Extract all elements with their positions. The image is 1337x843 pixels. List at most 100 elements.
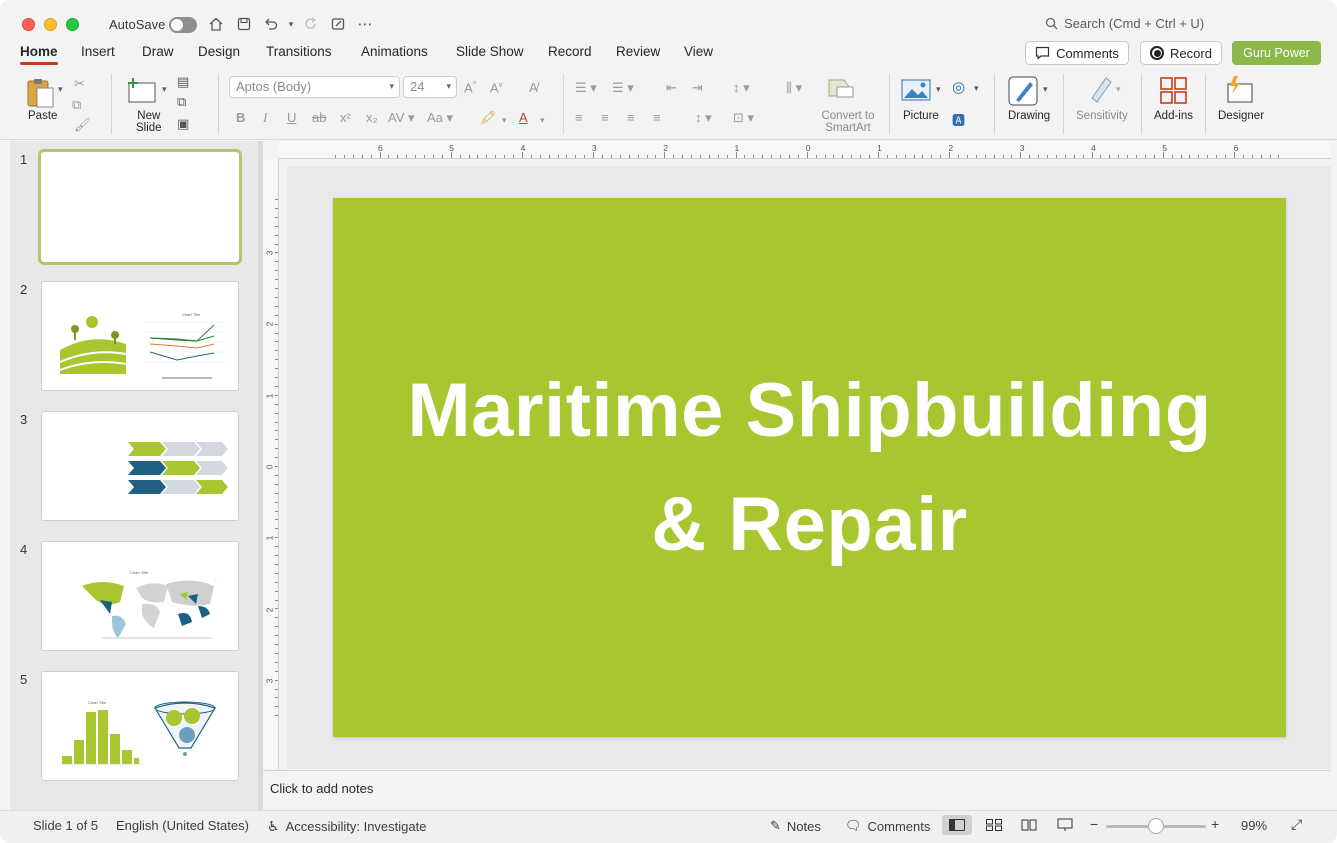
zoom-in-button[interactable]: + <box>1211 816 1219 832</box>
tab-design[interactable]: Design <box>198 44 240 59</box>
tab-home[interactable]: Home <box>20 44 58 65</box>
font-name-select[interactable]: Aptos (Body) ▾ <box>229 76 400 98</box>
fit-slide-icon[interactable]: ⤢ <box>1291 816 1302 833</box>
slide-title[interactable]: Maritime Shipbuilding & Repair <box>370 354 1250 582</box>
decrease-indent-icon[interactable]: ⇤ <box>666 80 677 96</box>
numbering-icon[interactable]: ☰ ▾ <box>612 80 634 96</box>
notes-button[interactable]: ✎ Notes <box>770 818 821 834</box>
normal-view-button[interactable] <box>942 815 972 835</box>
justify-icon[interactable]: ≡ <box>653 110 661 125</box>
convert-smartart-label[interactable]: Convert to SmartArt <box>818 110 878 134</box>
sensitivity-icon[interactable] <box>1086 74 1114 104</box>
thumbnail-slide-2[interactable]: Chart Title <box>41 281 239 391</box>
paste-icon[interactable] <box>24 76 58 110</box>
tab-record[interactable]: Record <box>548 44 592 59</box>
character-spacing-icon[interactable]: AV ▾ <box>388 110 415 126</box>
strikethrough-icon[interactable]: ab <box>312 110 326 125</box>
new-slide-icon[interactable] <box>127 76 157 106</box>
paste-dropdown-icon[interactable]: ▾ <box>58 84 63 95</box>
slideshow-button[interactable] <box>1050 815 1080 835</box>
thumbnail-slide-1[interactable] <box>38 149 242 265</box>
autosave-toggle[interactable] <box>169 17 197 33</box>
subscript-icon[interactable]: x₂ <box>366 110 378 125</box>
thumbnail-slide-3[interactable] <box>41 411 239 521</box>
redo-icon[interactable] <box>301 14 321 34</box>
italic-icon[interactable]: I <box>263 110 267 126</box>
sensitivity-dropdown-icon[interactable]: ▾ <box>1116 84 1121 95</box>
customize-icon[interactable] <box>328 14 348 34</box>
copy-icon[interactable]: ⧉ <box>72 97 81 113</box>
align-right-icon[interactable]: ≡ <box>627 110 635 125</box>
font-color-dropdown-icon[interactable]: ▾ <box>540 115 545 126</box>
thumbnail-slide-5[interactable]: Chart Title <box>41 671 239 781</box>
highlight-icon[interactable]: 🖍 <box>480 110 497 126</box>
tab-view[interactable]: View <box>684 44 713 59</box>
line-spacing-icon[interactable]: ↕ ▾ <box>733 80 750 96</box>
close-window-button[interactable] <box>22 18 35 31</box>
align-left-icon[interactable]: ≡ <box>575 110 583 125</box>
status-comments-button[interactable]: 🗨 Comments <box>845 818 930 834</box>
comments-button[interactable]: Comments <box>1025 41 1129 65</box>
text-direction-icon[interactable]: ↕ ▾ <box>695 110 712 126</box>
drawing-icon[interactable] <box>1008 76 1040 106</box>
smartart-icon[interactable] <box>826 76 856 102</box>
shapes-icon[interactable]: ◎ <box>952 78 965 96</box>
align-text-icon[interactable]: ⊡ ▾ <box>733 110 754 126</box>
superscript-icon[interactable]: x² <box>340 110 351 125</box>
cut-icon[interactable]: ✂ <box>74 76 85 92</box>
bullets-icon[interactable]: ☰ ▾ <box>575 80 597 96</box>
add-ins-icon[interactable] <box>1159 76 1189 106</box>
notes-pane[interactable]: Click to add notes <box>263 770 1331 810</box>
reading-view-button[interactable] <box>1014 815 1044 835</box>
minimize-window-button[interactable] <box>44 18 57 31</box>
bold-icon[interactable]: B <box>236 110 245 125</box>
format-painter-icon[interactable]: 🖌 <box>74 117 91 133</box>
underline-icon[interactable]: U <box>287 110 296 125</box>
columns-icon[interactable]: ⫼ ▾ <box>786 80 802 96</box>
zoom-out-button[interactable]: − <box>1090 816 1098 832</box>
section-icon[interactable]: ▣ <box>177 116 189 132</box>
layout-icon[interactable]: ▤ <box>177 74 189 90</box>
tab-animations[interactable]: Animations <box>361 44 428 59</box>
highlight-dropdown-icon[interactable]: ▾ <box>502 115 507 126</box>
shapes-dropdown-icon[interactable]: ▾ <box>974 83 979 94</box>
guru-power-button[interactable]: Guru Power <box>1232 41 1321 65</box>
picture-dropdown-icon[interactable]: ▾ <box>936 84 941 95</box>
search-box[interactable]: Search (Cmd + Ctrl + U) <box>1045 16 1204 31</box>
undo-dropdown-icon[interactable]: ▾ <box>281 14 301 34</box>
undo-icon[interactable] <box>261 14 281 34</box>
tab-insert[interactable]: Insert <box>81 44 115 59</box>
slide-1-editor[interactable]: Maritime Shipbuilding & Repair <box>333 198 1286 737</box>
tab-slide-show[interactable]: Slide Show <box>456 44 524 59</box>
clear-formatting-icon[interactable]: A̸ <box>529 80 538 95</box>
decrease-font-icon[interactable]: Av <box>490 80 503 95</box>
increase-font-icon[interactable]: A^ <box>464 80 476 95</box>
align-center-icon[interactable]: ≡ <box>601 110 609 125</box>
new-slide-dropdown-icon[interactable]: ▾ <box>162 84 167 95</box>
tab-transitions[interactable]: Transitions <box>266 44 332 59</box>
reset-icon[interactable]: ⧉ <box>177 94 186 110</box>
maximize-window-button[interactable] <box>66 18 79 31</box>
designer-icon[interactable] <box>1224 74 1256 106</box>
increase-indent-icon[interactable]: ⇥ <box>692 80 703 96</box>
slide-sorter-button[interactable] <box>979 815 1009 835</box>
accessibility-button[interactable]: ♿︎ Accessibility: Investigate <box>267 818 426 835</box>
thumbnail-slide-4[interactable]: Chart Title — <box>41 541 239 651</box>
tab-draw[interactable]: Draw <box>142 44 174 59</box>
picture-icon[interactable] <box>901 78 931 102</box>
font-color-icon[interactable]: A <box>519 110 528 125</box>
change-case-icon[interactable]: Aa ▾ <box>427 110 453 126</box>
more-icon[interactable]: ⋯ <box>355 14 375 34</box>
home-icon[interactable] <box>206 14 226 34</box>
font-name-value: Aptos (Body) <box>236 79 312 94</box>
textbox-icon[interactable]: 🅰 <box>952 110 965 129</box>
language-indicator[interactable]: English (United States) <box>116 818 249 833</box>
record-button[interactable]: Record <box>1140 41 1222 65</box>
save-icon[interactable] <box>234 14 254 34</box>
tab-review[interactable]: Review <box>616 44 660 59</box>
designer-label: Designer <box>1218 110 1265 122</box>
drawing-dropdown-icon[interactable]: ▾ <box>1043 84 1048 95</box>
zoom-slider-thumb[interactable] <box>1148 818 1164 834</box>
font-size-select[interactable]: 24 ▾ <box>403 76 457 98</box>
zoom-level[interactable]: 99% <box>1241 818 1267 833</box>
